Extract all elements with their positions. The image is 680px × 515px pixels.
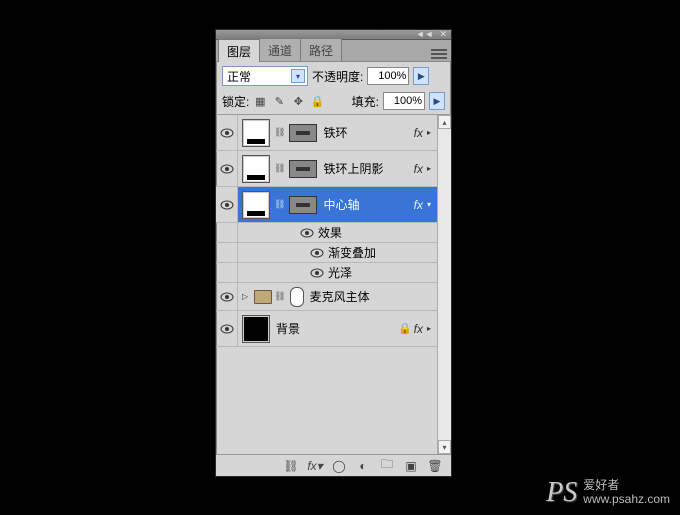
layer-thumbnail[interactable] (242, 119, 270, 147)
layer-row[interactable]: ⛓ 铁环 fx ▸ (216, 115, 437, 151)
watermark: PS 爱好者 www.psahz.com (546, 477, 670, 509)
collapse-effects-icon[interactable]: ▾ (425, 200, 433, 209)
layer-name: 背景 (270, 320, 396, 337)
effect-item-row[interactable]: 渐变叠加 (216, 243, 437, 263)
layer-style-icon[interactable]: fx▾ (307, 459, 323, 473)
layer-row-background[interactable]: 背景 🔒 fx ▸ (216, 311, 437, 347)
scrollbar[interactable]: ▴ ▾ (437, 115, 451, 454)
expand-group-icon[interactable]: ▷ (238, 292, 252, 301)
layer-thumbnail[interactable] (242, 155, 270, 183)
watermark-cn: 爱好者 (583, 479, 670, 493)
layer-row[interactable]: ⛓ 铁环上阴影 fx ▸ (216, 151, 437, 187)
watermark-url: www.psahz.com (583, 493, 670, 507)
layer-thumbnail[interactable] (242, 191, 270, 219)
lock-icon: 🔒 (396, 322, 414, 335)
layers-list: ⛓ 铁环 fx ▸ ⛓ 铁环上阴影 fx ▸ (216, 115, 437, 454)
close-icon[interactable]: ✕ (439, 30, 447, 39)
layer-mask-icon[interactable]: ◯ (331, 459, 347, 473)
visibility-icon[interactable] (220, 128, 234, 138)
tab-layers[interactable]: 图层 (218, 39, 260, 62)
link-icon: ⛓ (272, 199, 287, 210)
scroll-up-icon[interactable]: ▴ (438, 115, 451, 129)
opacity-label: 不透明度: (312, 68, 363, 85)
lock-position-icon[interactable]: ✥ (291, 94, 305, 108)
adjustment-layer-icon[interactable]: ◐ (355, 459, 371, 473)
tab-paths[interactable]: 路径 (300, 38, 342, 61)
panel-menu-icon[interactable] (431, 47, 447, 61)
blend-mode-value: 正常 (227, 68, 251, 85)
effects-label: 效果 (314, 224, 342, 241)
effect-name: 渐变叠加 (324, 244, 376, 261)
layer-name: 麦克风主体 (304, 288, 433, 305)
fill-input[interactable]: 100% (383, 92, 425, 110)
vector-mask-thumbnail[interactable] (289, 160, 317, 178)
visibility-icon[interactable] (220, 200, 234, 210)
opacity-flyout-icon[interactable]: ▶ (413, 67, 429, 85)
tab-channels[interactable]: 通道 (259, 38, 301, 61)
lock-pixels-icon[interactable]: ✎ (272, 94, 286, 108)
fx-badge[interactable]: fx (414, 126, 425, 140)
visibility-icon[interactable] (310, 268, 324, 278)
expand-effects-icon[interactable]: ▸ (425, 164, 433, 173)
link-layers-icon[interactable]: ⛓ (283, 459, 299, 473)
layers-panel: ◄◄ ✕ 图层 通道 路径 正常 ▾ 不透明度: 100% ▶ 锁定: ▦ ✎ … (215, 29, 452, 477)
effect-item-row[interactable]: 光泽 (216, 263, 437, 283)
fill-label: 填充: (352, 93, 379, 110)
effects-header-row[interactable]: 效果 (216, 223, 437, 243)
layers-area: ⛓ 铁环 fx ▸ ⛓ 铁环上阴影 fx ▸ (216, 114, 451, 454)
opacity-input[interactable]: 100% (367, 67, 409, 85)
lock-buttons: ▦ ✎ ✥ 🔒 (253, 94, 324, 108)
vector-mask-thumbnail[interactable] (289, 124, 317, 142)
layer-name: 中心轴 (317, 196, 413, 213)
layer-name: 铁环上阴影 (317, 160, 413, 177)
visibility-icon[interactable] (220, 164, 234, 174)
layer-group-row[interactable]: ▷ ⛓ 麦克风主体 (216, 283, 437, 311)
layer-row-selected[interactable]: ⛓ 中心轴 fx ▾ (216, 187, 437, 223)
lock-transparent-icon[interactable]: ▦ (253, 94, 267, 108)
visibility-icon[interactable] (220, 292, 234, 302)
watermark-logo: PS (546, 477, 577, 509)
new-layer-icon[interactable]: ▣ (403, 459, 419, 473)
effect-name: 光泽 (324, 264, 352, 281)
delete-layer-icon[interactable]: 🗑 (427, 459, 443, 473)
panel-tabs: 图层 通道 路径 (216, 40, 451, 62)
chevron-down-icon: ▾ (291, 69, 305, 83)
new-group-icon[interactable]: 🗀 (379, 455, 395, 476)
lock-all-icon[interactable]: 🔒 (310, 94, 324, 108)
fx-badge[interactable]: fx (414, 162, 425, 176)
fx-badge[interactable]: fx (414, 198, 425, 212)
vector-mask-thumbnail[interactable] (290, 287, 304, 307)
expand-effects-icon[interactable]: ▸ (425, 128, 433, 137)
scroll-track[interactable] (438, 129, 451, 440)
blend-mode-select[interactable]: 正常 ▾ (222, 66, 308, 86)
layer-controls: 正常 ▾ 不透明度: 100% ▶ 锁定: ▦ ✎ ✥ 🔒 填充: 100% ▶ (216, 62, 451, 114)
expand-effects-icon[interactable]: ▸ (425, 324, 433, 333)
fx-badge[interactable]: fx (414, 322, 425, 336)
layer-name: 铁环 (317, 124, 413, 141)
fill-flyout-icon[interactable]: ▶ (429, 92, 445, 110)
visibility-icon[interactable] (310, 248, 324, 258)
collapse-icon[interactable]: ◄◄ (416, 30, 434, 39)
layer-thumbnail[interactable] (242, 315, 270, 343)
vector-mask-thumbnail[interactable] (289, 196, 317, 214)
panel-footer: ⛓ fx▾ ◯ ◐ 🗀 ▣ 🗑 (216, 454, 451, 476)
link-icon: ⛓ (272, 127, 287, 138)
link-icon: ⛓ (272, 291, 287, 302)
visibility-icon[interactable] (220, 324, 234, 334)
folder-icon (254, 290, 272, 304)
lock-label: 锁定: (222, 93, 249, 110)
link-icon: ⛓ (272, 163, 287, 174)
scroll-down-icon[interactable]: ▾ (438, 440, 451, 454)
visibility-icon[interactable] (300, 228, 314, 238)
